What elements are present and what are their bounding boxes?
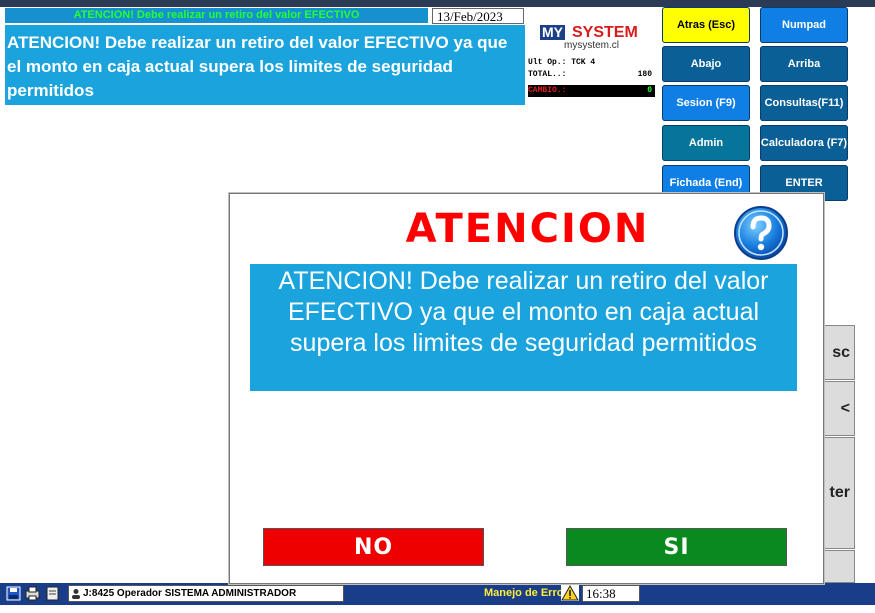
- floppy-icon[interactable]: [6, 586, 21, 601]
- dialog-message: ATENCION! Debe realizar un retiro del va…: [250, 264, 797, 391]
- logo-my: MY: [540, 24, 565, 40]
- atras-button[interactable]: Atras (Esc): [662, 7, 750, 43]
- user-icon: [72, 589, 80, 599]
- admin-button[interactable]: Admin: [662, 125, 750, 161]
- abajo-button[interactable]: Abajo: [662, 46, 750, 82]
- si-button[interactable]: SI: [566, 528, 787, 566]
- no-button[interactable]: NO: [263, 528, 484, 566]
- question-icon: [734, 206, 788, 260]
- message-panel: ATENCION! Debe realizar un retiro del va…: [5, 25, 525, 105]
- warning-icon[interactable]: [561, 585, 579, 601]
- numpad-button[interactable]: Numpad: [760, 7, 848, 43]
- ult-op-row: Ult Op.: TCK 4: [528, 57, 655, 69]
- alert-ticker: ATENCION! Debe realizar un retiro del va…: [5, 8, 428, 23]
- arriba-button[interactable]: Arriba: [760, 46, 848, 82]
- ult-op-label: Ult Op.: TCK 4: [528, 58, 596, 67]
- time-display: 16:38: [582, 585, 640, 602]
- total-value: 180: [637, 70, 652, 79]
- date-display: 13/Feb/2023: [432, 8, 524, 24]
- error-handling-label: Manejo de Error: [484, 587, 568, 599]
- logo-url: mysystem.cl: [564, 40, 619, 51]
- cambio-row: CAMBIO.: 0: [528, 85, 655, 97]
- cambio-label: CAMBIO.:: [528, 86, 567, 95]
- message-text: ATENCION! Debe realizar un retiro del va…: [7, 33, 508, 100]
- logo-system: SYSTEM: [572, 24, 638, 41]
- operator-text: J:8425 Operador SISTEMA ADMINISTRADOR: [83, 588, 297, 599]
- top-bar: [0, 0, 875, 7]
- mysystem-logo: MY SYSTEM mysystem.cl: [540, 24, 652, 52]
- cambio-value: 0: [647, 86, 652, 95]
- total-row: TOTAL..: 180: [528, 69, 655, 81]
- printer-icon[interactable]: [25, 586, 40, 601]
- window-icon[interactable]: [45, 586, 60, 601]
- operator-field: J:8425 Operador SISTEMA ADMINISTRADOR: [68, 585, 344, 602]
- consultas-button[interactable]: Consultas(F11): [760, 85, 848, 121]
- total-label: TOTAL..:: [528, 70, 567, 79]
- pos-screen: ATENCION! Debe realizar un retiro del va…: [0, 0, 875, 613]
- calculadora-button[interactable]: Calculadora (F7): [760, 125, 848, 161]
- sesion-button[interactable]: Sesion (F9): [662, 85, 750, 121]
- ticket-info: Ult Op.: TCK 4 TOTAL..: 180 CAMBIO.: 0: [528, 57, 655, 97]
